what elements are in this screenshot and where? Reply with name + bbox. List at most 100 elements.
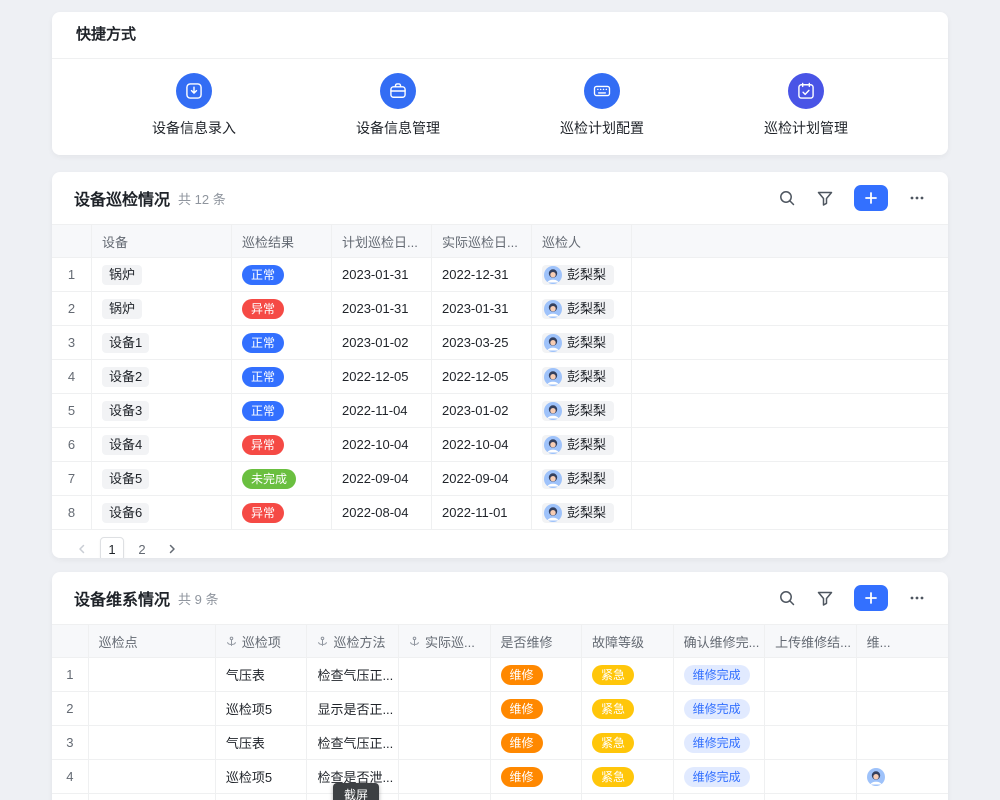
- device-cell[interactable]: 设备2: [92, 360, 232, 393]
- search-icon[interactable]: [778, 589, 796, 607]
- column-header-plan-date[interactable]: 计划巡检日...: [332, 225, 432, 257]
- confirm-cell[interactable]: 维修完成: [674, 794, 766, 800]
- more-icon[interactable]: [908, 189, 926, 207]
- more-icon[interactable]: [908, 589, 926, 607]
- shortcut-device-management[interactable]: 设备信息管理: [296, 73, 500, 138]
- actual-date-cell[interactable]: 2022-12-31: [432, 258, 532, 291]
- upload-cell[interactable]: [765, 794, 857, 800]
- method-cell[interactable]: 检查气压正...: [307, 658, 399, 691]
- worker-cell[interactable]: [857, 794, 948, 800]
- plan-date-cell[interactable]: 2023-01-31: [332, 292, 432, 325]
- person-cell[interactable]: 彭梨梨: [532, 292, 632, 325]
- result-cell[interactable]: 异常: [232, 496, 332, 529]
- column-header-result[interactable]: 巡检结果: [232, 225, 332, 257]
- add-record-button[interactable]: [854, 585, 888, 611]
- device-cell[interactable]: 锅炉: [92, 258, 232, 291]
- confirm-cell[interactable]: 维修完成: [674, 658, 766, 691]
- result-cell[interactable]: 异常: [232, 292, 332, 325]
- page-button-1[interactable]: 1: [100, 537, 124, 558]
- actual-cell[interactable]: [399, 658, 491, 691]
- actual-cell[interactable]: [399, 692, 491, 725]
- shortcut-plan-management[interactable]: 巡检计划管理: [704, 73, 908, 138]
- upload-cell[interactable]: [765, 726, 857, 759]
- inspection-table-row[interactable]: 5 设备3 正常 2022-11-04 2023-01-02: [52, 394, 948, 428]
- filter-icon[interactable]: [816, 589, 834, 607]
- worker-cell[interactable]: [857, 658, 948, 691]
- device-cell[interactable]: 设备4: [92, 428, 232, 461]
- point-cell[interactable]: [89, 658, 216, 691]
- plan-date-cell[interactable]: 2022-08-04: [332, 496, 432, 529]
- actual-cell[interactable]: [399, 794, 491, 800]
- maintenance-table-row[interactable]: 5 巡检项5 显示是否正... 维修 紧急 维修完成: [52, 794, 948, 800]
- repair-cell[interactable]: 维修: [491, 760, 583, 793]
- repair-cell[interactable]: 维修: [491, 726, 583, 759]
- person-cell[interactable]: 彭梨梨: [532, 394, 632, 427]
- point-cell[interactable]: [89, 692, 216, 725]
- item-cell[interactable]: 巡检项5: [216, 692, 308, 725]
- method-cell[interactable]: 检查气压正...: [307, 726, 399, 759]
- result-cell[interactable]: 正常: [232, 326, 332, 359]
- level-cell[interactable]: 紧急: [582, 726, 674, 759]
- device-cell[interactable]: 设备6: [92, 496, 232, 529]
- next-page-button[interactable]: [160, 537, 184, 558]
- upload-cell[interactable]: [765, 692, 857, 725]
- item-cell[interactable]: 巡检项5: [216, 794, 308, 800]
- result-cell[interactable]: 正常: [232, 258, 332, 291]
- column-header-person[interactable]: 巡检人: [532, 225, 632, 257]
- actual-date-cell[interactable]: 2023-03-25: [432, 326, 532, 359]
- person-cell[interactable]: 彭梨梨: [532, 462, 632, 495]
- column-header-actual-date[interactable]: 实际巡检日...: [432, 225, 532, 257]
- device-cell[interactable]: 设备1: [92, 326, 232, 359]
- actual-cell[interactable]: [399, 726, 491, 759]
- column-header-worker[interactable]: 维...: [857, 625, 948, 657]
- column-header-level[interactable]: 故障等级: [582, 625, 674, 657]
- actual-date-cell[interactable]: 2023-01-31: [432, 292, 532, 325]
- shortcut-device-entry[interactable]: 设备信息录入: [92, 73, 296, 138]
- plan-date-cell[interactable]: 2022-11-04: [332, 394, 432, 427]
- column-header-point[interactable]: 巡检点: [89, 625, 216, 657]
- repair-cell[interactable]: 维修: [491, 794, 583, 800]
- device-cell[interactable]: 设备3: [92, 394, 232, 427]
- column-header-upload[interactable]: 上传维修结...: [765, 625, 857, 657]
- person-cell[interactable]: 彭梨梨: [532, 258, 632, 291]
- device-cell[interactable]: 锅炉: [92, 292, 232, 325]
- plan-date-cell[interactable]: 2022-12-05: [332, 360, 432, 393]
- column-header-method[interactable]: 巡检方法: [307, 625, 399, 657]
- maintenance-table-row[interactable]: 4 巡检项5 检查是否泄... 维修 紧急 维修完成: [52, 760, 948, 794]
- plan-date-cell[interactable]: 2023-01-31: [332, 258, 432, 291]
- person-cell[interactable]: 彭梨梨: [532, 360, 632, 393]
- worker-cell[interactable]: [857, 760, 948, 793]
- column-header-item[interactable]: 巡检项: [216, 625, 308, 657]
- level-cell[interactable]: 紧急: [582, 692, 674, 725]
- column-header-actual[interactable]: 实际巡...: [399, 625, 491, 657]
- prev-page-button[interactable]: [70, 537, 94, 558]
- item-cell[interactable]: 气压表: [216, 658, 308, 691]
- page-button-2[interactable]: 2: [130, 537, 154, 558]
- inspection-table-row[interactable]: 4 设备2 正常 2022-12-05 2022-12-05: [52, 360, 948, 394]
- plan-date-cell[interactable]: 2022-09-04: [332, 462, 432, 495]
- point-cell[interactable]: [89, 726, 216, 759]
- device-cell[interactable]: 设备5: [92, 462, 232, 495]
- column-header-repair[interactable]: 是否维修: [491, 625, 583, 657]
- item-cell[interactable]: 巡检项5: [216, 760, 308, 793]
- confirm-cell[interactable]: 维修完成: [674, 726, 766, 759]
- repair-cell[interactable]: 维修: [491, 692, 583, 725]
- plan-date-cell[interactable]: 2023-01-02: [332, 326, 432, 359]
- level-cell[interactable]: 紧急: [582, 760, 674, 793]
- level-cell[interactable]: 紧急: [582, 658, 674, 691]
- person-cell[interactable]: 彭梨梨: [532, 496, 632, 529]
- result-cell[interactable]: 异常: [232, 428, 332, 461]
- worker-cell[interactable]: [857, 726, 948, 759]
- point-cell[interactable]: [89, 794, 216, 800]
- result-cell[interactable]: 未完成: [232, 462, 332, 495]
- maintenance-table-row[interactable]: 2 巡检项5 显示是否正... 维修 紧急 维修完成: [52, 692, 948, 726]
- upload-cell[interactable]: [765, 658, 857, 691]
- inspection-table-row[interactable]: 6 设备4 异常 2022-10-04 2022-10-04: [52, 428, 948, 462]
- column-header-confirm[interactable]: 确认维修完...: [674, 625, 766, 657]
- upload-cell[interactable]: [765, 760, 857, 793]
- shortcut-plan-config[interactable]: 巡检计划配置: [500, 73, 704, 138]
- column-header-device[interactable]: 设备: [92, 225, 232, 257]
- inspection-table-row[interactable]: 8 设备6 异常 2022-08-04 2022-11-01: [52, 496, 948, 530]
- person-cell[interactable]: 彭梨梨: [532, 326, 632, 359]
- actual-date-cell[interactable]: 2023-01-02: [432, 394, 532, 427]
